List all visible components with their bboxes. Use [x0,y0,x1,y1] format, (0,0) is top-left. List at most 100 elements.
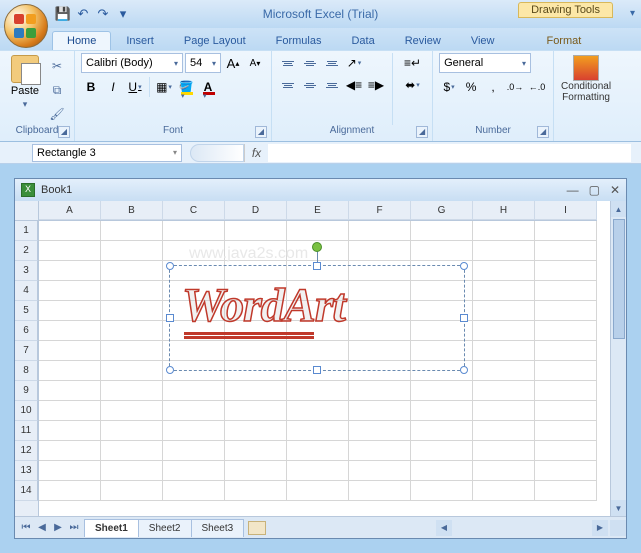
resize-grip-icon[interactable] [610,520,626,536]
cell[interactable] [411,381,473,401]
col-header[interactable]: G [411,201,473,220]
cell[interactable] [39,401,101,421]
select-all-button[interactable] [15,201,39,221]
col-header[interactable]: B [101,201,163,220]
cell[interactable] [535,321,597,341]
cell[interactable] [39,461,101,481]
wrap-text-button[interactable]: ≡↵ [399,53,426,73]
minimize-icon[interactable]: — [567,183,579,197]
sheet-tab-3[interactable]: Sheet3 [191,519,245,537]
underline-button[interactable]: U [125,77,145,97]
resize-handle-ne[interactable] [460,262,468,270]
cell[interactable] [411,221,473,241]
tab-data[interactable]: Data [336,31,389,50]
cell[interactable] [39,421,101,441]
new-sheet-button[interactable] [248,521,266,535]
tab-formulas[interactable]: Formulas [261,31,337,50]
cell[interactable] [39,301,101,321]
cell[interactable] [225,481,287,501]
cell[interactable] [287,441,349,461]
row-header[interactable]: 7 [15,341,38,361]
cell[interactable] [535,401,597,421]
cell[interactable] [101,221,163,241]
cell[interactable] [39,341,101,361]
cell[interactable] [473,261,535,281]
cell[interactable] [39,241,101,261]
align-center-button[interactable] [300,75,320,95]
copy-button[interactable]: ⧉ [46,79,68,101]
dialog-launcher-icon[interactable]: ◢ [58,126,70,138]
cell[interactable] [287,221,349,241]
row-header[interactable]: 5 [15,301,38,321]
dialog-launcher-icon[interactable]: ◢ [255,126,267,138]
sheet-tab-2[interactable]: Sheet2 [138,519,192,537]
cell[interactable] [39,361,101,381]
cell[interactable] [535,361,597,381]
cell[interactable] [287,421,349,441]
rotate-handle[interactable] [312,242,322,252]
save-icon[interactable]: 💾 [54,5,72,23]
grow-font-button[interactable]: A▴ [223,53,243,73]
cell[interactable] [349,461,411,481]
increase-decimal-button[interactable]: .0→ [505,77,525,97]
cell[interactable] [411,461,473,481]
cell[interactable] [411,401,473,421]
cell[interactable] [101,341,163,361]
cell[interactable] [39,261,101,281]
cell[interactable] [101,321,163,341]
dialog-launcher-icon[interactable]: ◢ [537,126,549,138]
cell[interactable] [39,321,101,341]
undo-icon[interactable]: ↶ [74,5,92,23]
tab-format[interactable]: Format [531,31,596,50]
sheet-nav-prev-icon[interactable]: ◀ [35,522,49,533]
percent-button[interactable]: % [461,77,481,97]
cell[interactable] [473,321,535,341]
border-button[interactable]: ▦ [154,77,174,97]
title-caret-icon[interactable]: ▾ [630,8,635,19]
scroll-thumb[interactable] [613,219,625,339]
cut-button[interactable]: ✂ [46,55,68,77]
cell[interactable] [535,381,597,401]
cell[interactable] [101,241,163,261]
cell[interactable] [411,421,473,441]
cell[interactable] [535,221,597,241]
number-format-combo[interactable]: General▾ [439,53,531,73]
cell[interactable] [163,221,225,241]
font-size-combo[interactable]: 54▾ [185,53,221,73]
merge-center-button[interactable]: ⬌ [399,75,426,95]
cell[interactable] [411,241,473,261]
maximize-icon[interactable]: ▢ [589,183,600,197]
resize-handle-w[interactable] [166,314,174,322]
cell[interactable] [287,381,349,401]
cell[interactable] [349,421,411,441]
scroll-down-icon[interactable]: ▼ [611,500,626,516]
cell[interactable] [225,221,287,241]
row-header[interactable]: 12 [15,441,38,461]
scroll-left-icon[interactable]: ◀ [436,520,452,536]
conditional-formatting-button[interactable]: Conditional Formatting [560,53,612,125]
cell[interactable] [535,421,597,441]
row-header[interactable]: 2 [15,241,38,261]
cell[interactable] [473,481,535,501]
col-header[interactable]: H [473,201,535,220]
cell[interactable] [473,241,535,261]
cell[interactable] [101,301,163,321]
cell[interactable] [473,401,535,421]
row-headers[interactable]: 1234567891011121314 [15,221,39,516]
cell[interactable] [349,241,411,261]
cell[interactable] [473,461,535,481]
name-box[interactable]: Rectangle 3▾ [32,144,182,162]
resize-handle-se[interactable] [460,366,468,374]
row-header[interactable]: 6 [15,321,38,341]
cell[interactable] [101,401,163,421]
cell[interactable] [411,441,473,461]
horizontal-scrollbar[interactable]: ◀ ▶ [436,520,608,536]
resize-handle-nw[interactable] [166,262,174,270]
align-top-button[interactable] [278,53,298,73]
cell[interactable] [535,461,597,481]
format-painter-button[interactable]: 🖌 [46,103,68,125]
row-header[interactable]: 13 [15,461,38,481]
cell[interactable] [101,441,163,461]
cell[interactable] [535,441,597,461]
cell[interactable] [163,461,225,481]
